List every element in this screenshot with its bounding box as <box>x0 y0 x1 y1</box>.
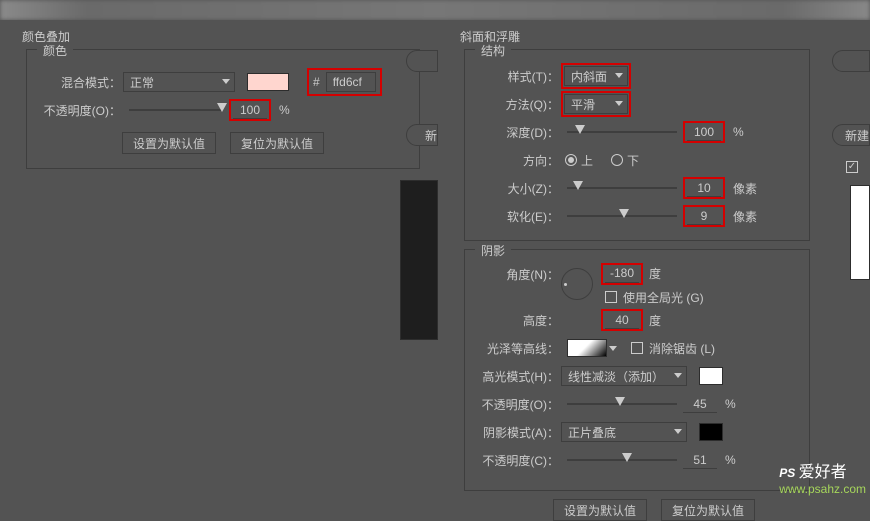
structure-legend: 结构 <box>475 42 511 59</box>
altitude-unit: 度 <box>649 312 661 329</box>
hex-input[interactable] <box>326 72 376 92</box>
shadow-opacity-input[interactable] <box>683 451 717 469</box>
shadow-opacity-unit: % <box>725 453 736 467</box>
style-label: 样式(T)： <box>475 68 561 85</box>
bevel-emboss-panel: 斜面和浮雕 结构 样式(T)： 内斜面 方法(Q)： 平滑 深度(D)： <box>438 20 870 500</box>
highlight-opacity-label: 不透明度(O)： <box>475 396 561 413</box>
soften-input[interactable] <box>687 207 721 225</box>
partial-button-right-2[interactable]: 新建 <box>832 124 870 146</box>
direction-down-radio[interactable] <box>611 154 623 166</box>
watermark: PS 爱好者 www.psahz.com <box>779 458 866 496</box>
depth-input[interactable] <box>687 123 721 141</box>
highlight-color-swatch[interactable] <box>699 367 723 385</box>
color-overlay-panel: 颜色叠加 颜色 混合模式： 正常 # 不透明度(O)： % <box>0 20 438 500</box>
shadow-opacity-slider[interactable] <box>567 457 677 463</box>
bevel-reset-default-button[interactable]: 复位为默认值 <box>661 499 755 521</box>
antialias-checkbox[interactable] <box>631 342 643 354</box>
global-light-label: 使用全局光 (G) <box>623 289 704 306</box>
chevron-down-icon <box>222 79 230 84</box>
soften-label: 软化(E)： <box>475 208 561 225</box>
angle-dial[interactable] <box>561 268 593 300</box>
technique-dropdown[interactable]: 平滑 <box>564 94 628 114</box>
altitude-label: 高度： <box>475 312 561 329</box>
color-legend: 颜色 <box>37 42 73 59</box>
blend-mode-value: 正常 <box>130 74 154 91</box>
size-input[interactable] <box>687 179 721 197</box>
technique-label: 方法(Q)： <box>475 96 561 113</box>
direction-down-label: 下 <box>627 152 639 169</box>
chevron-down-icon <box>615 73 623 78</box>
preview-strip-left <box>400 180 438 340</box>
shadow-mode-value: 正片叠底 <box>568 424 616 441</box>
opacity-unit: % <box>279 103 290 117</box>
highlight-mode-label: 高光模式(H)： <box>475 368 561 385</box>
depth-unit: % <box>733 125 744 139</box>
blend-mode-label: 混合模式： <box>37 74 123 91</box>
preview-strip-right <box>850 185 870 280</box>
set-default-button[interactable]: 设置为默认值 <box>122 132 216 154</box>
opacity-label: 不透明度(O)： <box>37 102 123 119</box>
shading-fieldset: 阴影 角度(N)： 度 使用全局光 (G) 高度： 度 光泽等高线： <box>464 249 810 491</box>
size-unit: 像素 <box>733 180 757 197</box>
highlight-mode-value: 线性减淡（添加） <box>568 368 664 385</box>
panel-checkbox[interactable] <box>842 158 864 173</box>
technique-value: 平滑 <box>571 96 595 113</box>
highlight-mode-dropdown[interactable]: 线性减淡（添加） <box>561 366 687 386</box>
shadow-color-swatch[interactable] <box>699 423 723 441</box>
title-bar <box>0 0 870 20</box>
color-fieldset: 颜色 混合模式： 正常 # 不透明度(O)： % 设 <box>26 49 420 169</box>
chevron-down-icon <box>615 101 623 106</box>
hex-hash: # <box>313 75 320 89</box>
gloss-contour-swatch[interactable] <box>567 339 607 357</box>
shading-legend: 阴影 <box>475 242 511 259</box>
chevron-down-icon[interactable] <box>609 346 617 351</box>
size-slider[interactable] <box>567 185 677 191</box>
soften-unit: 像素 <box>733 208 757 225</box>
direction-up-radio[interactable] <box>565 154 577 166</box>
reset-default-button[interactable]: 复位为默认值 <box>230 132 324 154</box>
soften-slider[interactable] <box>567 213 677 219</box>
style-dropdown[interactable]: 内斜面 <box>564 66 628 86</box>
antialias-label: 消除锯齿 (L) <box>649 340 715 357</box>
angle-label: 角度(N)： <box>475 264 561 283</box>
highlight-opacity-input[interactable] <box>683 395 717 413</box>
direction-up-label: 上 <box>581 152 593 169</box>
style-value: 内斜面 <box>571 68 607 85</box>
depth-label: 深度(D)： <box>475 124 561 141</box>
highlight-opacity-slider[interactable] <box>567 401 677 407</box>
opacity-input[interactable] <box>233 101 267 119</box>
angle-unit: 度 <box>649 265 661 282</box>
direction-label: 方向： <box>475 152 561 169</box>
partial-button-right-1[interactable] <box>832 50 870 72</box>
shadow-mode-label: 阴影模式(A)： <box>475 424 561 441</box>
global-light-checkbox[interactable] <box>605 291 617 303</box>
highlight-opacity-unit: % <box>725 397 736 411</box>
partial-button-left-1[interactable] <box>406 50 438 72</box>
opacity-slider[interactable] <box>129 107 223 113</box>
size-label: 大小(Z)： <box>475 180 561 197</box>
altitude-input[interactable] <box>605 311 639 329</box>
overlay-color-swatch[interactable] <box>247 73 289 91</box>
structure-fieldset: 结构 样式(T)： 内斜面 方法(Q)： 平滑 深度(D)： <box>464 49 810 241</box>
gloss-contour-label: 光泽等高线： <box>475 340 561 357</box>
shadow-mode-dropdown[interactable]: 正片叠底 <box>561 422 687 442</box>
depth-slider[interactable] <box>567 129 677 135</box>
chevron-down-icon <box>674 429 682 434</box>
chevron-down-icon <box>674 373 682 378</box>
shadow-opacity-label: 不透明度(C)： <box>475 452 561 469</box>
bevel-set-default-button[interactable]: 设置为默认值 <box>553 499 647 521</box>
partial-button-left-2[interactable]: 新 <box>406 124 438 146</box>
angle-input[interactable] <box>605 265 639 283</box>
blend-mode-dropdown[interactable]: 正常 <box>123 72 235 92</box>
